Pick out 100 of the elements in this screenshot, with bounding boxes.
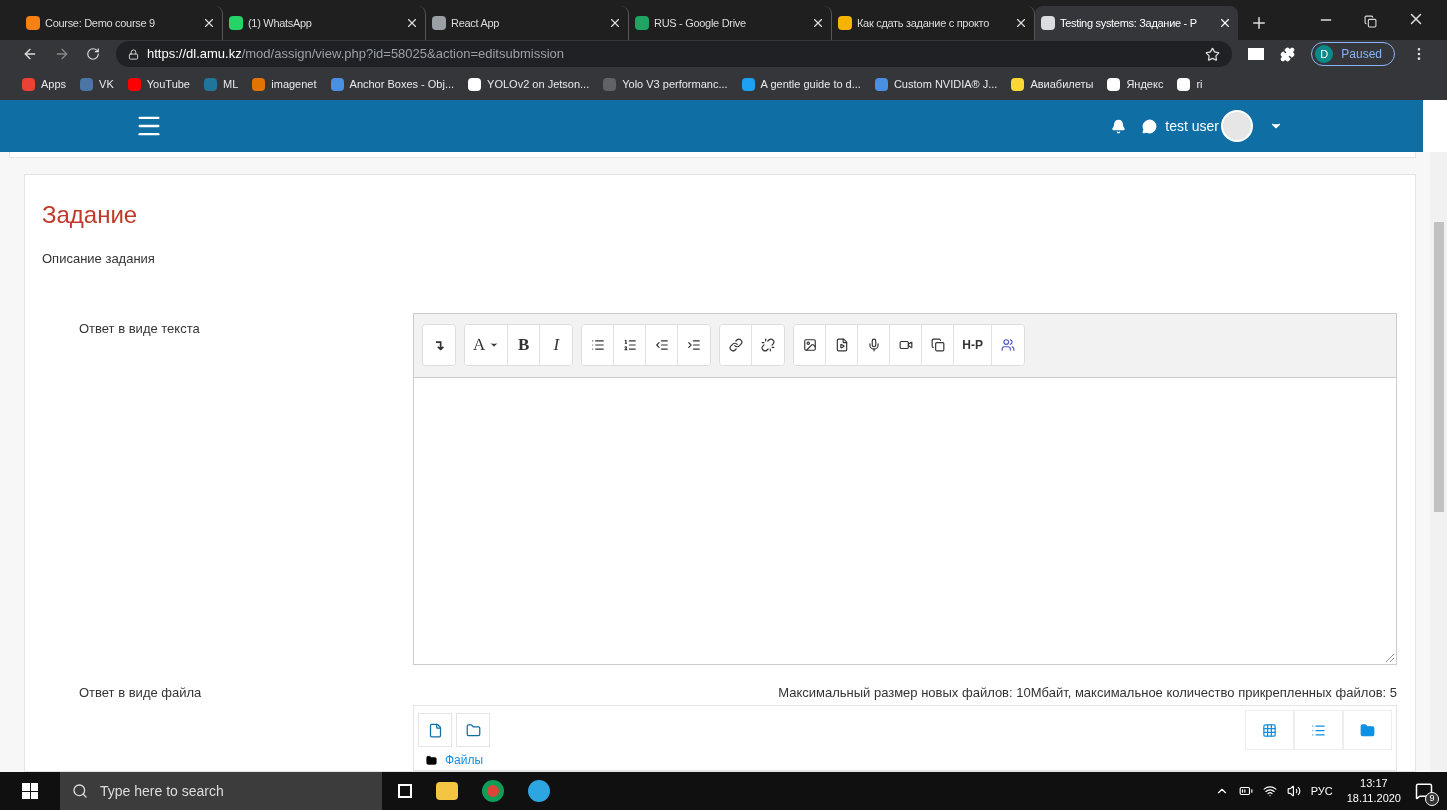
bookmark-item[interactable]: Custom NVIDIA® J...	[874, 75, 998, 93]
user-name[interactable]: test user	[1165, 115, 1219, 137]
folder-link[interactable]: Файлы	[445, 751, 484, 769]
tab-title: Course: Demo course 9	[45, 15, 156, 31]
bookmark-item[interactable]: YouTube	[127, 75, 190, 93]
back-icon[interactable]	[22, 46, 38, 62]
tab-title: Testing systems: Задание - P	[1060, 15, 1198, 31]
close-icon[interactable]	[202, 16, 216, 30]
chrome-icon[interactable]	[482, 780, 504, 802]
bookmark-item[interactable]: Яндекс	[1107, 75, 1164, 93]
address-field[interactable]: https://dl.amu.kz/mod/assign/view.php?id=58025&action=editsubmission	[116, 41, 1233, 67]
search-icon	[72, 783, 88, 799]
bookmark-item[interactable]: imagenet	[252, 75, 317, 93]
teams-icon	[1000, 338, 1015, 352]
bookmark-item[interactable]: VK	[80, 75, 114, 93]
video-icon	[898, 338, 913, 352]
close-icon[interactable]	[608, 16, 622, 30]
bookmark-icon	[1107, 77, 1121, 91]
tab-title: Как сдать задание с прокто	[857, 15, 991, 31]
field-label: Ответ в виде файла	[78, 683, 203, 702]
restore-icon[interactable]	[1364, 15, 1377, 28]
view-mode-button[interactable]	[1245, 710, 1294, 750]
unlink-icon	[761, 338, 776, 352]
volume-icon[interactable]	[1286, 784, 1301, 798]
tab-title: RUS - Google Drive	[654, 15, 747, 31]
avatar-icon[interactable]	[1221, 110, 1253, 142]
extensions-icon[interactable]	[1280, 46, 1296, 62]
close-icon[interactable]	[1218, 16, 1232, 30]
copy-icon	[930, 338, 945, 352]
language-indicator[interactable]: РУС	[1310, 782, 1333, 800]
favicon-icon	[432, 16, 446, 30]
field-label: Ответ в виде текста	[78, 319, 201, 338]
bullets-icon	[590, 338, 605, 352]
bookmark-icon	[1011, 77, 1025, 91]
resize-grip-icon[interactable]	[1386, 653, 1394, 662]
notification-count: 9	[1425, 792, 1439, 806]
message-icon[interactable]	[1142, 118, 1158, 134]
notification-icon[interactable]	[1111, 118, 1127, 134]
indent-icon	[687, 338, 702, 352]
close-icon[interactable]	[811, 16, 825, 30]
view-icon	[1262, 722, 1277, 738]
bookmark-item[interactable]: ri	[1177, 75, 1203, 93]
image-icon	[802, 338, 817, 352]
bookmark-icon	[252, 77, 266, 91]
folder-icon	[465, 722, 481, 738]
file-explorer-icon[interactable]	[436, 782, 458, 800]
file-icon	[427, 722, 443, 738]
add-file-button[interactable]	[418, 713, 452, 747]
page-title: Задание	[42, 200, 139, 230]
bookmark-item[interactable]: Yolo V3 performanc...	[603, 75, 728, 93]
battery-icon[interactable]	[1238, 784, 1253, 798]
bookmark-icon	[468, 77, 482, 91]
link-icon	[728, 338, 743, 352]
wifi-icon[interactable]	[1262, 784, 1277, 798]
lock-icon	[128, 48, 139, 60]
forward-icon[interactable]	[54, 46, 70, 62]
reload-icon[interactable]	[86, 47, 100, 61]
browser-tab[interactable]: Testing systems: Задание - P	[1035, 6, 1238, 40]
bookmark-icon	[1177, 77, 1191, 91]
font-tool-button[interactable]: A	[465, 325, 509, 365]
profile-status: Paused	[1341, 46, 1382, 63]
bookmark-item[interactable]: A gentle guide to d...	[741, 75, 861, 93]
profile-avatar: D	[1315, 45, 1334, 63]
taskbar-search-field[interactable]: Type here to search	[60, 772, 382, 810]
link-tool-button[interactable]	[720, 325, 753, 365]
tab-title: React App	[451, 15, 501, 31]
view-icon	[1360, 722, 1375, 738]
bookmark-item[interactable]: YOLOv2 on Jetson...	[468, 75, 590, 93]
media-icon	[834, 338, 849, 352]
bullets-tool-button[interactable]	[582, 325, 615, 365]
new-tab-icon[interactable]	[1250, 14, 1268, 32]
close-icon[interactable]	[405, 16, 419, 30]
bookmark-icon	[204, 77, 217, 91]
bookmark-item[interactable]: Авиабилеты	[1011, 75, 1094, 93]
image-tool-button[interactable]	[794, 325, 827, 365]
windows-icon[interactable]	[22, 783, 38, 799]
view-mode-button[interactable]	[1343, 710, 1392, 750]
favicon-icon	[26, 16, 40, 30]
bookmark-icon	[22, 77, 35, 91]
clock[interactable]: 13:17 18.11.2020	[1346, 776, 1401, 806]
bookmark-icon	[80, 77, 94, 91]
favicon-icon	[229, 16, 243, 30]
bookmark-item[interactable]: Apps	[22, 75, 67, 93]
bookmark-star-icon[interactable]	[1205, 46, 1221, 62]
bookmark-item[interactable]: ML	[204, 75, 239, 93]
notification-center-icon[interactable]	[1415, 782, 1433, 800]
outdent-icon	[654, 338, 669, 352]
task-view-icon[interactable]	[398, 784, 412, 798]
extension-icon[interactable]	[1248, 48, 1265, 60]
create-folder-button[interactable]	[456, 713, 490, 747]
insert-tool-button[interactable]: ↴	[423, 325, 455, 365]
bookmark-icon	[603, 77, 617, 91]
favicon-icon	[635, 16, 649, 30]
telegram-icon[interactable]	[528, 780, 550, 802]
assignment-description: Описание задания	[42, 250, 156, 268]
bookmark-icon	[874, 77, 888, 91]
folder-icon	[426, 754, 437, 766]
close-icon[interactable]	[1014, 16, 1028, 30]
caret-icon	[489, 340, 500, 350]
bookmark-item[interactable]: Anchor Boxes - Obj...	[330, 75, 455, 93]
